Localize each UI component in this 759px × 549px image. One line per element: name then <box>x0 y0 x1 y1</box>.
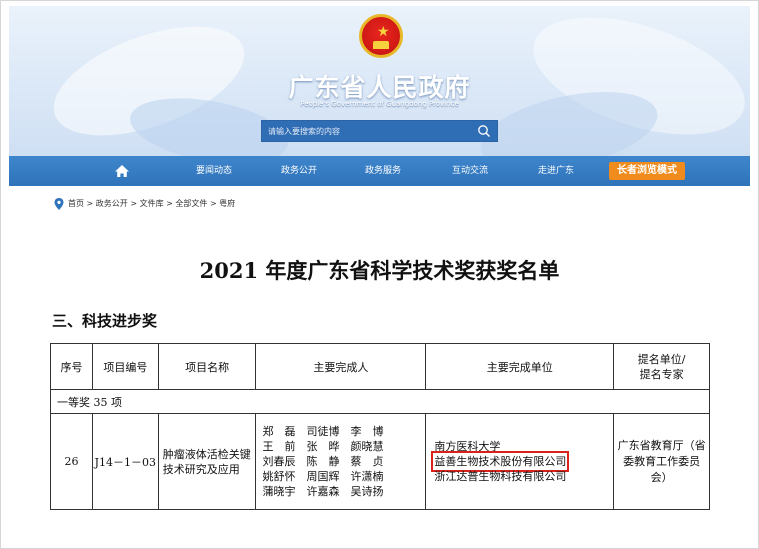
row-persons: 郑 磊 司徒博 李 博 王 前 张 晔 颜晓慧 刘春辰 陈 静 蔡 贞 姚舒怀 … <box>255 413 427 510</box>
breadcrumb-gov-affairs[interactable]: 政务公开 <box>96 199 128 208</box>
table-header-row: 序号 项目编号 项目名称 主要完成人 主要完成单位 提名单位/ 提名专家 <box>50 343 710 390</box>
nav-item-gov-affairs[interactable]: 政务公开 <box>269 156 329 186</box>
award-table: 序号 项目编号 项目名称 主要完成人 主要完成单位 提名单位/ 提名专家 一等奖… <box>50 343 710 510</box>
nav-item-interaction[interactable]: 互动交流 <box>440 156 500 186</box>
row-code: J14－1－03 <box>91 413 159 510</box>
group-label: 一等奖 35 项 <box>50 389 710 414</box>
header-persons: 主要完成人 <box>255 343 427 390</box>
nav-item-news[interactable]: 要闻动态 <box>184 156 244 186</box>
main-nav: 要闻动态 政务公开 政务服务 互动交流 走进广东 长者浏览模式 <box>9 156 750 186</box>
table-row: 26 J14－1－03 肿瘤液体活检关键技术研究及应用 郑 磊 司徒博 李 博 … <box>50 413 710 510</box>
home-icon[interactable] <box>114 163 130 179</box>
header-nominator: 提名单位/ 提名专家 <box>613 343 710 390</box>
site-title[interactable]: 广东省人民政府 <box>9 68 750 104</box>
breadcrumb-all-files[interactable]: 全部文件 <box>175 199 207 208</box>
section-title: 三、科技进步奖 <box>52 312 158 330</box>
group-row: 一等奖 35 项 <box>50 389 710 414</box>
unit-item: 南方医科大学 <box>434 440 501 453</box>
row-units: 南方医科大学 益善生物技术股份有限公司 浙江达普生物科技有限公司 <box>425 413 615 510</box>
header-code: 项目编号 <box>91 343 159 390</box>
breadcrumb-home[interactable]: 首页 <box>68 199 84 208</box>
header-no: 序号 <box>50 343 93 390</box>
nav-item-gov-services[interactable]: 政务服务 <box>353 156 413 186</box>
unit-item: 浙江达普生物科技有限公司 <box>434 470 567 483</box>
header-project-name: 项目名称 <box>157 343 257 390</box>
nav-item-about-guangdong[interactable]: 走进广东 <box>526 156 586 186</box>
site-subtitle: People's Government of Guangdong Provinc… <box>300 100 459 108</box>
search-input[interactable] <box>262 121 472 141</box>
header-units: 主要完成单位 <box>425 343 615 390</box>
search-box <box>261 120 498 142</box>
row-project-name: 肿瘤液体活检关键技术研究及应用 <box>157 413 257 510</box>
breadcrumb-file-library[interactable]: 文件库 <box>140 199 164 208</box>
row-nominator: 广东省教育厅（省委教育工作委员会） <box>613 413 710 510</box>
national-emblem-icon: ★ <box>359 14 403 58</box>
senior-mode-button[interactable]: 长者浏览模式 <box>609 162 685 180</box>
unit-item-highlighted: 益善生物技术股份有限公司 <box>431 451 570 472</box>
document-title: 2021 年度广东省科学技术奖获奖名单 <box>199 258 560 283</box>
location-pin-icon <box>54 198 64 210</box>
search-icon[interactable] <box>477 124 491 138</box>
row-no: 26 <box>50 413 93 510</box>
breadcrumb: 首页 > 政务公开 > 文件库 > 全部文件 > 粤府 <box>54 197 235 211</box>
breadcrumb-current[interactable]: 粤府 <box>219 199 235 208</box>
